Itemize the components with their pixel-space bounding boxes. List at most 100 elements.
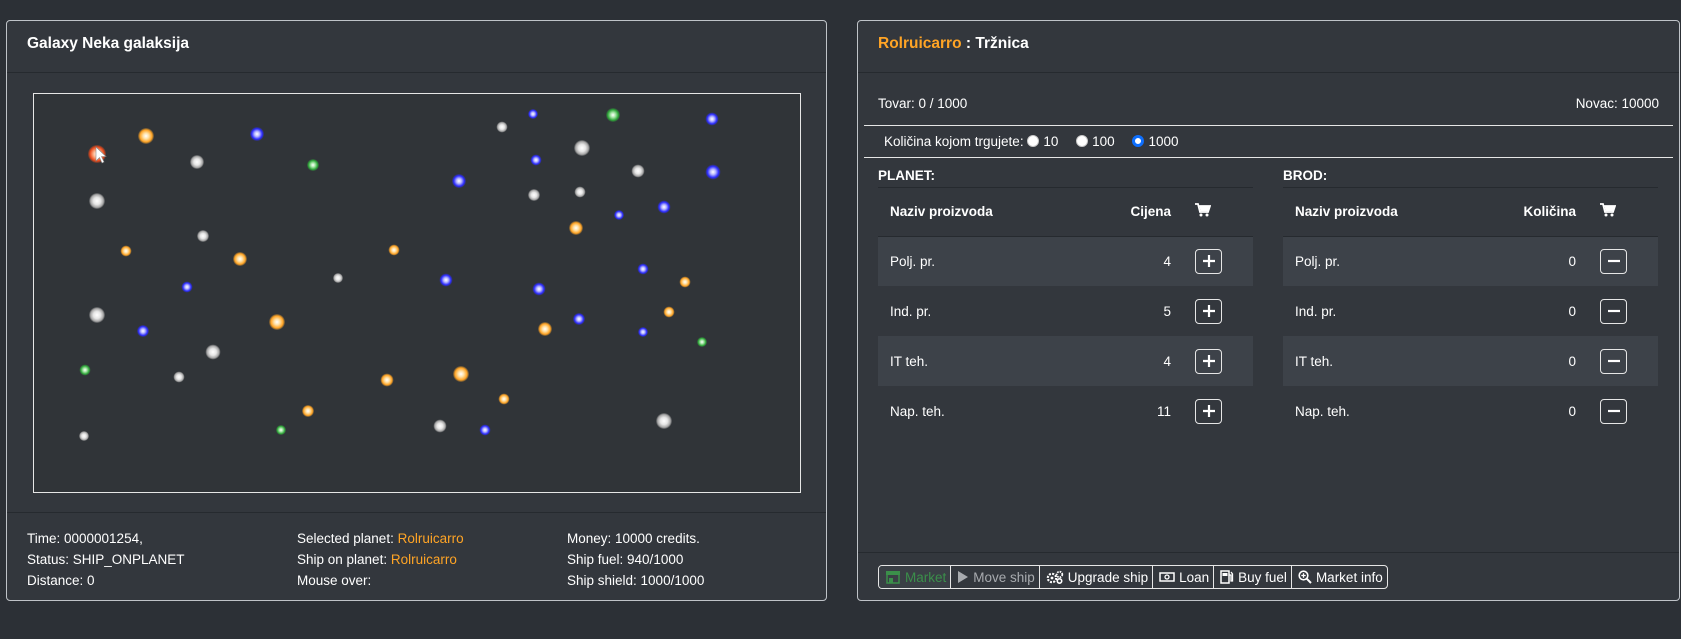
selected-planet-readout: Selected planet: Rolruicarro bbox=[297, 528, 464, 549]
market-info-button[interactable]: Market info bbox=[1292, 566, 1387, 588]
sell-button[interactable] bbox=[1600, 248, 1627, 274]
product-price: 4 bbox=[1080, 336, 1183, 386]
buy-button[interactable] bbox=[1195, 398, 1222, 424]
planet[interactable] bbox=[333, 273, 343, 283]
planet[interactable] bbox=[573, 313, 585, 325]
galaxy-svg[interactable] bbox=[34, 94, 800, 492]
qty-option-1000[interactable]: 1000 bbox=[1132, 134, 1178, 149]
planet[interactable] bbox=[197, 230, 209, 242]
planet[interactable] bbox=[532, 282, 546, 296]
selected-planet-name: Rolruicarro bbox=[397, 531, 464, 546]
product-price: 5 bbox=[1163, 303, 1171, 319]
planet-goods-table: Naziv proizvoda Cijena Polj. pr. 4 Ind. pr… bbox=[878, 188, 1253, 436]
product-quantity: 0 bbox=[1568, 403, 1576, 419]
sell-button[interactable] bbox=[1600, 298, 1627, 324]
planet[interactable] bbox=[530, 154, 542, 166]
planet[interactable] bbox=[569, 221, 583, 235]
planet[interactable] bbox=[479, 424, 491, 436]
plus-icon bbox=[1202, 405, 1215, 417]
planet[interactable] bbox=[233, 252, 247, 266]
planet[interactable] bbox=[433, 419, 447, 433]
planet[interactable] bbox=[637, 263, 649, 275]
mouse-over-readout: Mouse over: bbox=[297, 573, 372, 588]
planet[interactable] bbox=[89, 193, 105, 209]
ship-on-planet-label: Ship on planet: bbox=[297, 552, 388, 567]
buy-fuel-button[interactable]: Buy fuel bbox=[1214, 566, 1292, 588]
planet[interactable] bbox=[496, 121, 508, 133]
galaxy-status-footer: Time: 0000001254, Status: SHIP_ONPLANET … bbox=[7, 512, 826, 600]
planet[interactable] bbox=[138, 128, 154, 144]
planet[interactable] bbox=[137, 325, 149, 337]
product-name: Nap. teh. bbox=[1295, 403, 1350, 419]
planet[interactable] bbox=[79, 431, 89, 441]
planet[interactable] bbox=[120, 245, 132, 257]
planet[interactable] bbox=[307, 159, 319, 171]
planet[interactable] bbox=[528, 189, 540, 201]
qty-option-100[interactable]: 100 bbox=[1076, 134, 1115, 149]
planet[interactable] bbox=[656, 413, 672, 429]
planet[interactable] bbox=[89, 307, 105, 323]
move-ship-button[interactable]: Move ship bbox=[951, 566, 1040, 588]
upgrade-ship-button-label: Upgrade ship bbox=[1067, 569, 1149, 585]
market-button[interactable]: Market bbox=[879, 566, 952, 588]
planet[interactable] bbox=[439, 273, 453, 287]
ship-on-planet-readout: Ship on planet: Rolruicarro bbox=[297, 549, 464, 570]
market-planet-name: Rolruicarro bbox=[878, 35, 962, 52]
planet-goods-section: PLANET: Naziv proizvoda Cijena Polj. pr.… bbox=[878, 168, 1253, 436]
planet[interactable] bbox=[190, 155, 204, 169]
planet[interactable] bbox=[538, 322, 552, 336]
planet[interactable] bbox=[663, 306, 675, 318]
col-price: Cijena bbox=[1080, 188, 1183, 237]
planet[interactable] bbox=[638, 327, 648, 337]
fuel-readout: Ship fuel: 940/1000 bbox=[567, 552, 684, 567]
planet[interactable] bbox=[452, 174, 466, 188]
buy-button[interactable] bbox=[1195, 298, 1222, 324]
planet[interactable] bbox=[574, 186, 586, 198]
planet[interactable] bbox=[388, 244, 400, 256]
qty-option-10[interactable]: 10 bbox=[1027, 134, 1058, 149]
planet[interactable] bbox=[181, 281, 193, 293]
radio-10[interactable] bbox=[1027, 135, 1040, 147]
row-action-cell bbox=[1183, 236, 1253, 286]
sell-button[interactable] bbox=[1600, 348, 1627, 374]
upgrade-ship-button[interactable]: Upgrade ship bbox=[1040, 566, 1154, 588]
product-name: Nap. teh. bbox=[890, 403, 945, 419]
galaxy-map[interactable] bbox=[33, 93, 801, 493]
buy-button[interactable] bbox=[1195, 348, 1222, 374]
loan-button-label: Loan bbox=[1179, 569, 1210, 585]
product-quantity: 0 bbox=[1473, 336, 1588, 386]
buy-button[interactable] bbox=[1195, 248, 1222, 274]
planet[interactable] bbox=[697, 337, 707, 347]
radio-1000[interactable] bbox=[1132, 135, 1145, 147]
planet[interactable] bbox=[631, 164, 645, 178]
fuel-pump-icon bbox=[1220, 570, 1234, 584]
planet[interactable] bbox=[606, 108, 620, 122]
planet[interactable] bbox=[528, 109, 538, 119]
planet[interactable] bbox=[380, 373, 394, 387]
planet[interactable] bbox=[498, 393, 510, 405]
planet[interactable] bbox=[705, 112, 719, 126]
product-quantity: 0 bbox=[1568, 303, 1576, 319]
planet[interactable] bbox=[269, 314, 285, 330]
row-action-cell bbox=[1183, 336, 1253, 386]
planet[interactable] bbox=[276, 425, 286, 435]
galaxy-panel: Galaxy Neka galaksija Time: 0000001254, … bbox=[6, 20, 827, 601]
planet[interactable] bbox=[250, 127, 264, 141]
radio-100[interactable] bbox=[1076, 135, 1089, 147]
planet[interactable] bbox=[657, 200, 671, 214]
product-price: 4 bbox=[1080, 236, 1183, 286]
planet[interactable] bbox=[574, 140, 590, 156]
planet[interactable] bbox=[79, 364, 91, 376]
sell-button[interactable] bbox=[1600, 398, 1627, 424]
planet[interactable] bbox=[173, 371, 185, 383]
planet[interactable] bbox=[679, 276, 691, 288]
planet[interactable] bbox=[302, 405, 314, 417]
status-readout: Status: SHIP_ONPLANET bbox=[27, 552, 185, 567]
planet[interactable] bbox=[205, 344, 221, 360]
planet[interactable] bbox=[705, 164, 721, 180]
cart-icon bbox=[1600, 203, 1617, 217]
loan-button[interactable]: Loan bbox=[1153, 566, 1215, 588]
product-name: Polj. pr. bbox=[878, 236, 1081, 286]
planet[interactable] bbox=[614, 210, 624, 220]
planet[interactable] bbox=[453, 366, 469, 382]
